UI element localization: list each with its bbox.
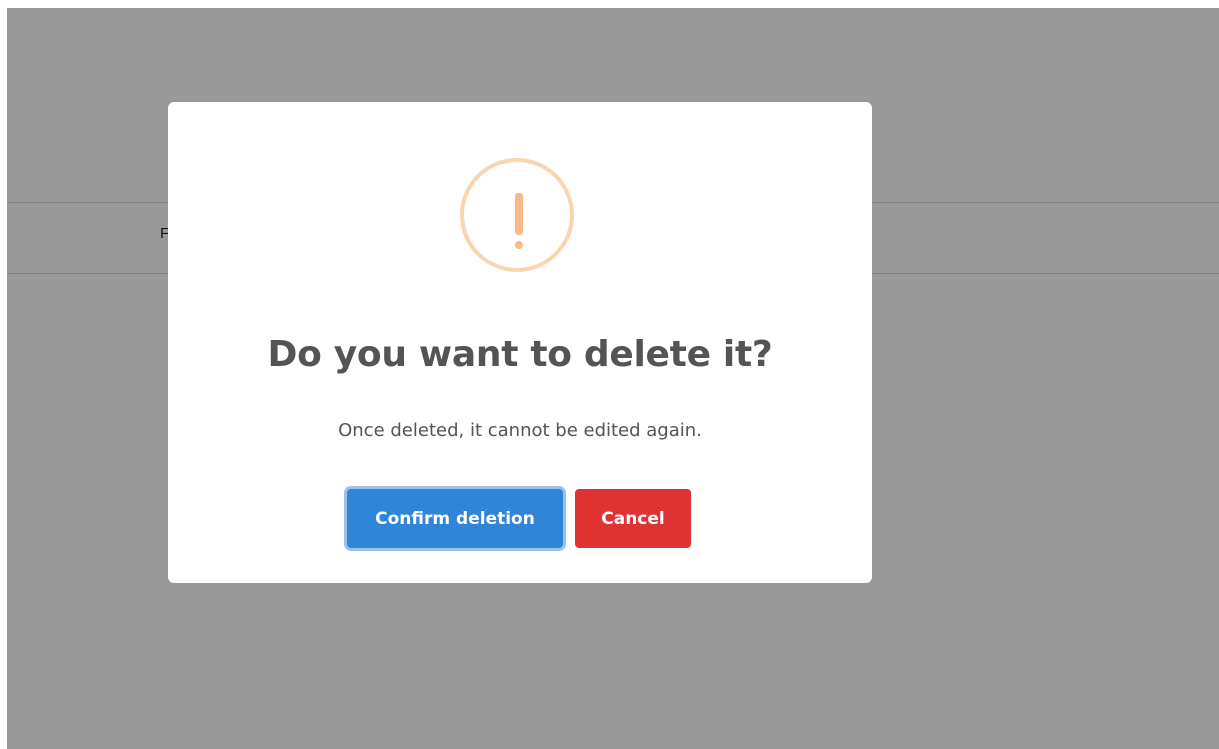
- exclamation-bar: [515, 193, 523, 235]
- viewport: F Do you want to delete it? Once deleted…: [0, 0, 1219, 749]
- dialog-message: Once deleted, it cannot be edited again.: [338, 420, 702, 441]
- warning-exclamation-icon: [460, 158, 574, 272]
- exclamation-dot: [515, 241, 523, 249]
- dialog-title: Do you want to delete it?: [267, 334, 773, 375]
- cancel-button[interactable]: Cancel: [575, 489, 691, 548]
- confirm-deletion-button[interactable]: Confirm deletion: [347, 489, 563, 548]
- delete-confirmation-dialog: Do you want to delete it? Once deleted, …: [168, 102, 872, 583]
